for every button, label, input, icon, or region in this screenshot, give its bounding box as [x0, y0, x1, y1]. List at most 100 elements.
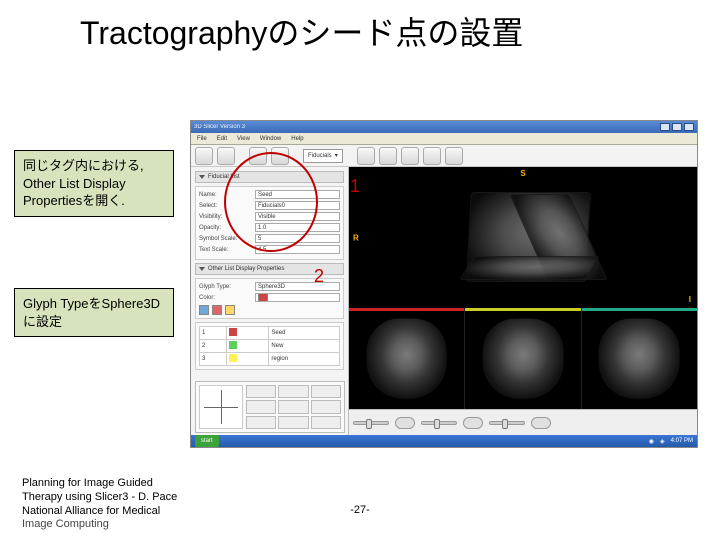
view-direction-grid: [246, 385, 341, 429]
row-label: Seed: [269, 327, 340, 340]
view-area: S R I: [349, 167, 697, 435]
menu-window[interactable]: Window: [260, 136, 281, 142]
callout-number-1: 1: [350, 176, 360, 197]
preset-color-1[interactable]: [199, 305, 209, 315]
name-label: Name:: [199, 192, 255, 198]
table-row[interactable]: 3 region: [200, 353, 340, 366]
row-label: New: [269, 340, 340, 353]
module-selector[interactable]: Fiducials ▾: [303, 149, 343, 163]
app-screenshot: 3D Slicer Version 3 File Edit View Windo…: [190, 120, 698, 448]
table-row[interactable]: 2 New: [200, 340, 340, 353]
list-properties-group: Name: Seed Select: Fiducials0 Visibility…: [195, 186, 344, 260]
minimize-button[interactable]: [660, 123, 670, 131]
fiducial-list-header-label: Fiducial List: [208, 174, 240, 180]
select-label: Select:: [199, 203, 255, 209]
manipulate-slice-panel: [195, 381, 345, 433]
symbol-scale-label: Symbol Scale:: [199, 236, 255, 242]
callout-number-2: 2: [314, 266, 324, 287]
preset-color-3[interactable]: [225, 305, 235, 315]
os-taskbar: start ◉ ◈ 4:07 PM: [191, 435, 697, 447]
menu-file[interactable]: File: [197, 136, 207, 142]
credit-line: Therapy using Slicer3 - D. Pace: [22, 491, 252, 505]
dir-button[interactable]: [311, 385, 341, 398]
dir-button[interactable]: [278, 400, 308, 413]
slice-slider-coronal[interactable]: [489, 421, 525, 425]
slice-slider-axial[interactable]: [353, 421, 389, 425]
tray-icon[interactable]: ◉: [649, 438, 654, 445]
opacity-input[interactable]: 1.0: [255, 223, 340, 232]
fiducial-list-header[interactable]: Fiducial List: [195, 171, 344, 183]
toolbar-screenshot-icon[interactable]: [379, 147, 397, 165]
coronal-slice-view[interactable]: [582, 308, 697, 409]
slice-views: [349, 308, 697, 409]
glyph-type-select[interactable]: Sphere3D: [255, 282, 340, 291]
row-swatch: [229, 341, 237, 349]
other-display-properties-label: Other List Display Properties: [208, 266, 284, 272]
dir-button[interactable]: [246, 416, 276, 429]
table-row[interactable]: 1 Seed: [200, 327, 340, 340]
dir-button[interactable]: [311, 416, 341, 429]
dir-button[interactable]: [246, 385, 276, 398]
symbol-scale-input[interactable]: 5: [255, 234, 340, 243]
name-input[interactable]: Seed: [255, 190, 340, 199]
brain-3d-reconstruction: [465, 188, 595, 288]
row-swatch: [229, 354, 237, 362]
chevron-down-icon: [199, 175, 205, 179]
axis-s-label: S: [520, 169, 525, 178]
page-number: -27-: [350, 504, 370, 516]
toolbar-settings-icon[interactable]: [445, 147, 463, 165]
slice-slider-sagittal[interactable]: [421, 421, 457, 425]
toolbar-back-icon[interactable]: [271, 147, 289, 165]
tray-icon[interactable]: ◈: [660, 438, 665, 445]
module-selector-value: Fiducials: [308, 153, 332, 159]
fiducial-table: 1 Seed 2 New 3 region: [195, 322, 344, 370]
footer-credit: Planning for Image Guided Therapy using …: [22, 477, 252, 532]
toolbar-layout-icon[interactable]: [357, 147, 375, 165]
maximize-button[interactable]: [672, 123, 682, 131]
credit-line: Image Computing: [22, 518, 252, 532]
axis-i-label: I: [689, 295, 691, 304]
3d-view[interactable]: S R I: [349, 167, 697, 308]
slide-title: Tractographyのシード点の設置: [80, 8, 700, 54]
dir-button[interactable]: [278, 416, 308, 429]
select-input[interactable]: Fiducials0: [255, 201, 340, 210]
credit-line: Planning for Image Guided: [22, 477, 252, 491]
orientation-axes-icon[interactable]: [199, 385, 243, 429]
row-swatch: [229, 328, 237, 336]
preset-color-2[interactable]: [212, 305, 222, 315]
color-label: Color:: [199, 295, 255, 301]
window-title: 3D Slicer Version 3: [194, 124, 245, 130]
toolbar: Fiducials ▾: [191, 145, 697, 167]
toolbar-crosshair-icon[interactable]: [401, 147, 419, 165]
text-scale-input[interactable]: 4.5: [255, 245, 340, 254]
toolbar-rotate-icon[interactable]: [423, 147, 441, 165]
sagittal-slice-view[interactable]: [465, 308, 580, 409]
link-toggle-3[interactable]: [531, 417, 551, 429]
opacity-label: Opacity:: [199, 225, 255, 231]
close-button[interactable]: [684, 123, 694, 131]
axis-r-label: R: [353, 233, 359, 242]
text-scale-label: Text Scale:: [199, 247, 255, 253]
toolbar-load-icon[interactable]: [195, 147, 213, 165]
menu-view[interactable]: View: [237, 136, 250, 142]
link-toggle-1[interactable]: [395, 417, 415, 429]
toolbar-home-icon[interactable]: [249, 147, 267, 165]
chevron-down-icon: [199, 267, 205, 271]
dir-button[interactable]: [278, 385, 308, 398]
axial-slice-view[interactable]: [349, 308, 464, 409]
chevron-down-icon: ▾: [335, 152, 338, 159]
row-index: 2: [200, 340, 227, 353]
color-swatch: [258, 293, 268, 302]
window-titlebar[interactable]: 3D Slicer Version 3: [191, 121, 697, 133]
start-button[interactable]: start: [195, 435, 219, 447]
slice-controls: [349, 409, 697, 435]
visibility-input[interactable]: Visible: [255, 212, 340, 221]
menu-edit[interactable]: Edit: [217, 136, 227, 142]
toolbar-save-icon[interactable]: [217, 147, 235, 165]
color-input[interactable]: [255, 293, 340, 302]
dir-button[interactable]: [311, 400, 341, 413]
link-toggle-2[interactable]: [463, 417, 483, 429]
taskbar-clock: 4:07 PM: [671, 438, 693, 444]
menu-help[interactable]: Help: [291, 136, 303, 142]
dir-button[interactable]: [246, 400, 276, 413]
